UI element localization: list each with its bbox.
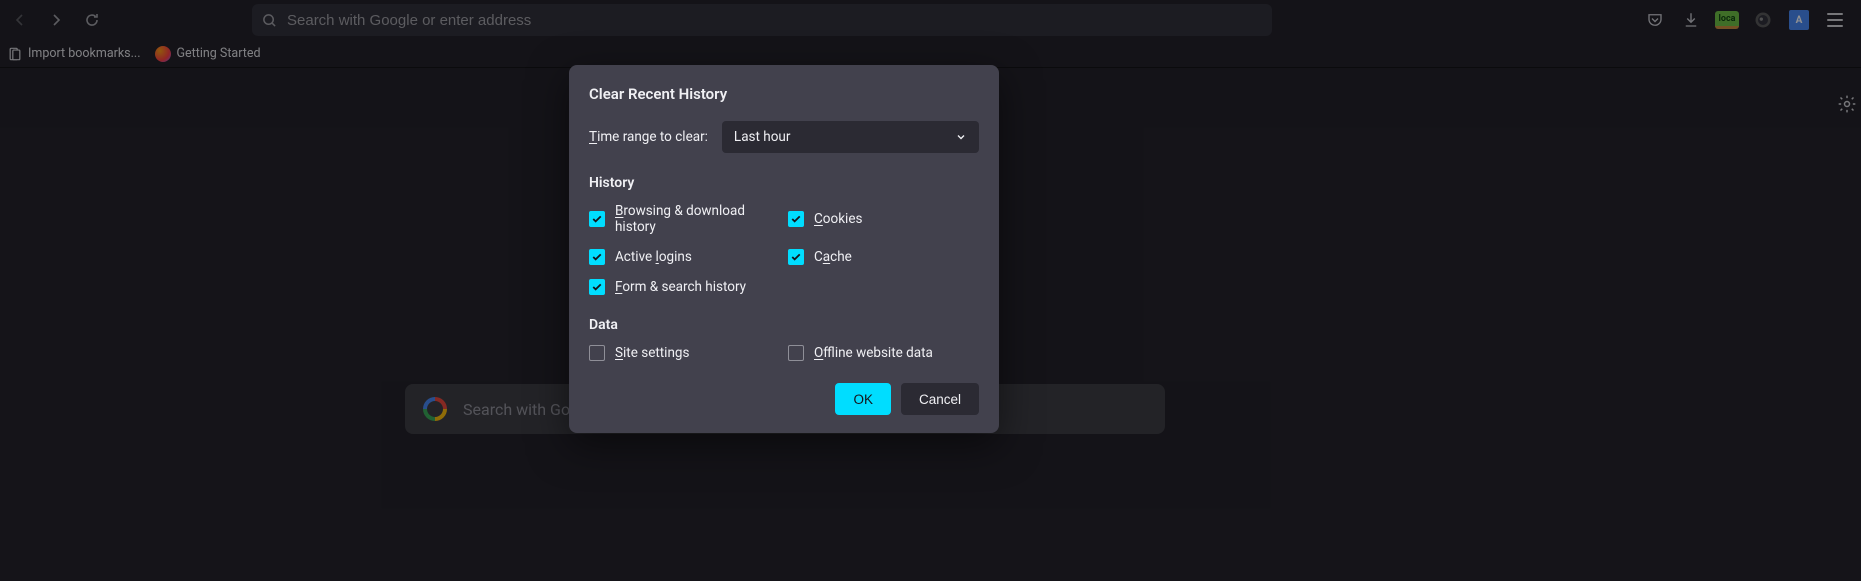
checkbox-label: Browsing & download history bbox=[615, 203, 780, 235]
checkbox-offline-data[interactable]: Offline website data bbox=[788, 345, 979, 361]
section-history-heading: History bbox=[589, 175, 979, 191]
checkbox-label: Cache bbox=[814, 249, 852, 265]
clear-history-dialog: Clear Recent History Time range to clear… bbox=[569, 65, 999, 433]
checkbox-cache[interactable]: Cache bbox=[788, 249, 979, 265]
ok-button[interactable]: OK bbox=[835, 383, 891, 415]
checkbox-label: Site settings bbox=[615, 345, 689, 361]
checkbox-icon bbox=[589, 211, 605, 227]
checkbox-label: Offline website data bbox=[814, 345, 933, 361]
time-range-select[interactable]: Last hour bbox=[722, 121, 979, 153]
checkbox-label: Form & search history bbox=[615, 279, 746, 295]
checkbox-icon bbox=[788, 249, 804, 265]
time-range-value: Last hour bbox=[734, 129, 791, 145]
time-range-label: Time range to clear: bbox=[589, 129, 708, 145]
checkbox-icon bbox=[788, 345, 804, 361]
checkbox-label: Active logins bbox=[615, 249, 692, 265]
checkbox-browsing-history[interactable]: Browsing & download history bbox=[589, 203, 780, 235]
checkbox-form-history[interactable]: Form & search history bbox=[589, 279, 979, 295]
checkbox-icon bbox=[589, 279, 605, 295]
dialog-title: Clear Recent History bbox=[589, 85, 979, 103]
chevron-down-icon bbox=[955, 131, 967, 143]
checkbox-cookies[interactable]: Cookies bbox=[788, 203, 979, 235]
checkbox-label: Cookies bbox=[814, 211, 862, 227]
cancel-button[interactable]: Cancel bbox=[901, 383, 979, 415]
checkbox-active-logins[interactable]: Active logins bbox=[589, 249, 780, 265]
checkbox-icon bbox=[788, 211, 804, 227]
checkbox-icon bbox=[589, 249, 605, 265]
checkbox-site-settings[interactable]: Site settings bbox=[589, 345, 780, 361]
checkbox-icon bbox=[589, 345, 605, 361]
section-data-heading: Data bbox=[589, 317, 979, 333]
